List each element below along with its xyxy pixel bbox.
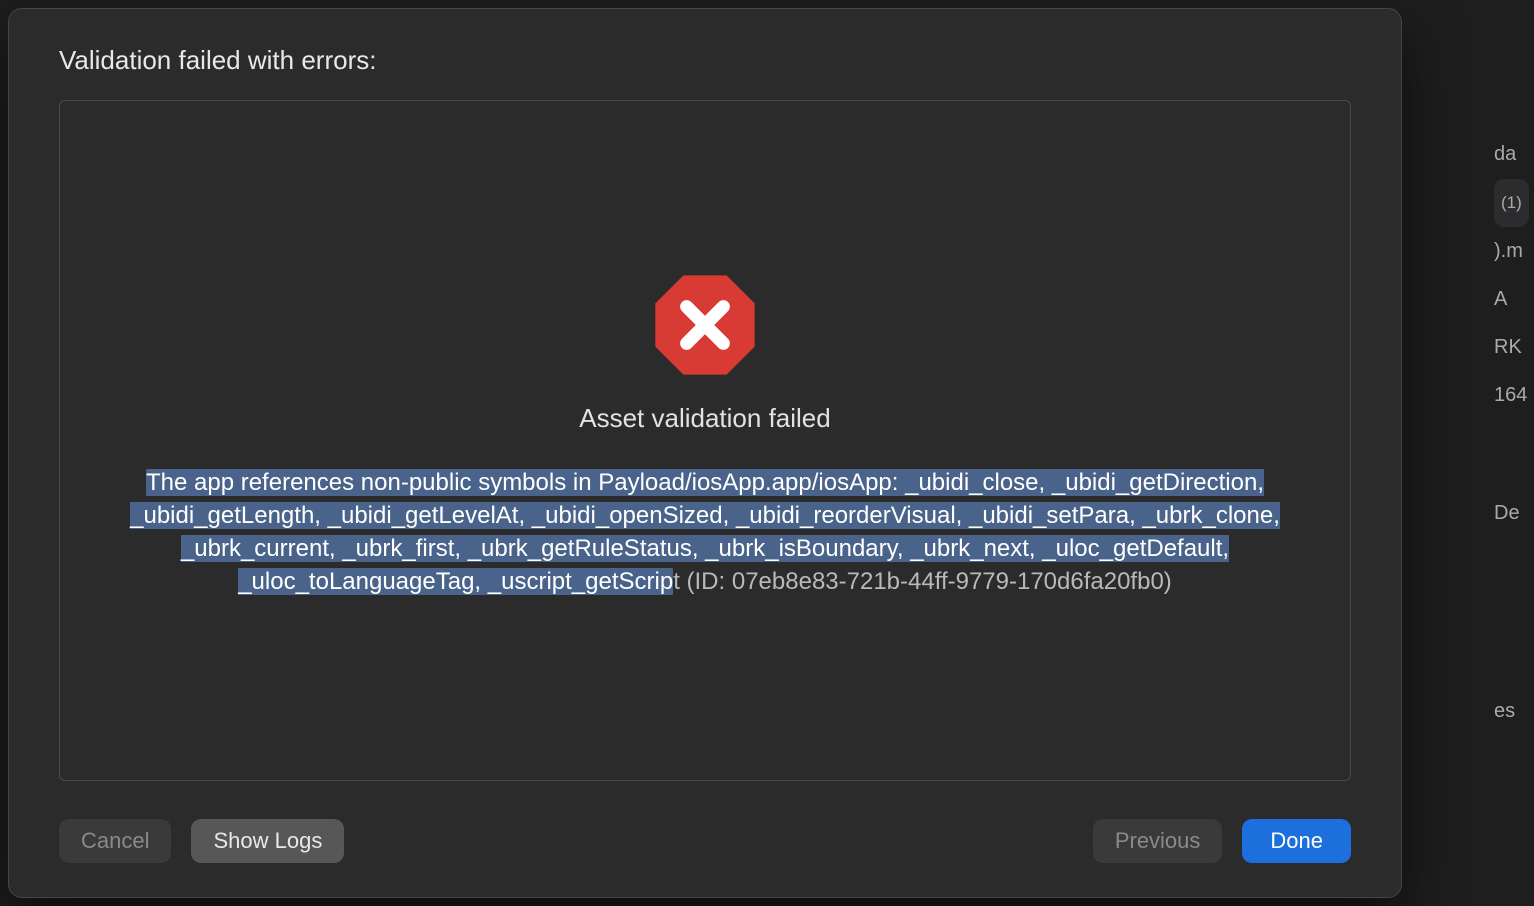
error-message[interactable]: The app references non-public symbols in… xyxy=(115,466,1295,598)
bg-fragment: A xyxy=(1494,275,1534,323)
show-logs-button[interactable]: Show Logs xyxy=(191,819,344,863)
dialog-title: Validation failed with errors: xyxy=(59,45,1351,76)
done-button[interactable]: Done xyxy=(1242,819,1351,863)
error-heading: Asset validation failed xyxy=(579,403,830,434)
bg-badge: (1) xyxy=(1494,179,1529,227)
bg-fragment: es xyxy=(1494,687,1534,735)
error-content-box: Asset validation failed The app referenc… xyxy=(59,100,1351,781)
bg-fragment: De xyxy=(1494,489,1534,537)
validation-error-dialog: Validation failed with errors: Asset val… xyxy=(8,8,1402,898)
bg-fragment: ).m xyxy=(1494,227,1534,275)
cancel-button: Cancel xyxy=(59,819,171,863)
error-icon xyxy=(651,271,759,379)
dialog-button-row: Cancel Show Logs Previous Done xyxy=(59,819,1351,863)
bg-fragment: 164 xyxy=(1494,371,1534,419)
bg-fragment: RK xyxy=(1494,323,1534,371)
error-message-rest[interactable]: t (ID: 07eb8e83-721b-44ff-9779-170d6fa20… xyxy=(673,568,1172,595)
previous-button: Previous xyxy=(1093,819,1223,863)
background-content: da (1) ).m A RK 164 De es xyxy=(1494,130,1534,735)
bg-fragment: da xyxy=(1494,130,1534,178)
